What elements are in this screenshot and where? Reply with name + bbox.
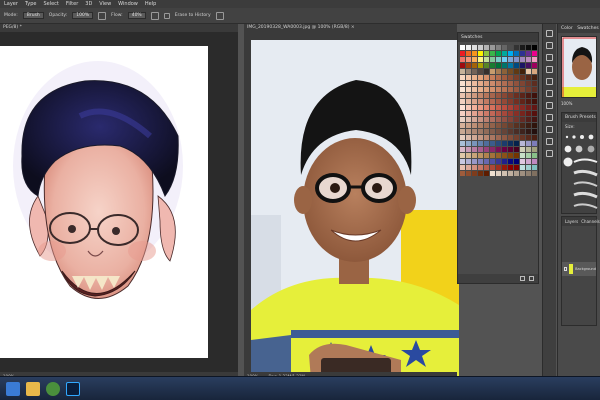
opacity-label: Opacity: <box>48 13 68 18</box>
navigator-zoom[interactable]: 100% <box>558 101 600 110</box>
photoshop-icon[interactable] <box>66 381 80 396</box>
menu-3d[interactable]: 3D <box>85 0 92 8</box>
start-icon[interactable] <box>6 381 20 396</box>
menu-layer[interactable]: Layer <box>4 0 18 8</box>
adjustments-icon[interactable] <box>546 126 553 133</box>
menu-bar: Layer Type Select Filter 3D View Window … <box>0 0 600 8</box>
flow-field[interactable]: 40% <box>127 12 146 19</box>
caricature-canvas[interactable] <box>0 46 208 358</box>
mode-label: Mode: <box>4 13 18 18</box>
menu-help[interactable]: Help <box>145 0 156 8</box>
trash-icon[interactable] <box>529 276 534 281</box>
mode-select[interactable]: Brush <box>22 12 44 19</box>
info-icon[interactable] <box>546 66 553 73</box>
right-doc-tab-label: IMG_20190328_WA0003.jpg @ 100% (RGB/8) × <box>247 25 355 30</box>
layer-name: Background <box>575 267 596 271</box>
layer-thumbnail <box>569 264 574 274</box>
pressure-opacity-icon[interactable] <box>98 11 107 20</box>
navigator-thumbnail[interactable] <box>561 36 597 98</box>
brush-presets-panel: Brush Presets Size: <box>561 112 599 214</box>
reference-photo-image <box>251 40 459 380</box>
clone-source-icon[interactable] <box>546 54 553 61</box>
brush-presets-title[interactable]: Brush Presets <box>562 113 596 122</box>
swatches-panel: Swatches <box>457 32 539 284</box>
layer-row[interactable]: Background <box>562 262 596 276</box>
windows-taskbar <box>0 376 600 400</box>
swatches-footer <box>458 274 538 283</box>
new-swatch-icon[interactable] <box>520 276 525 281</box>
paths-icon[interactable] <box>546 150 553 157</box>
browser-icon[interactable] <box>46 381 60 396</box>
menu-filter[interactable]: Filter <box>66 0 78 8</box>
character-icon[interactable] <box>546 90 553 97</box>
swatch-color[interactable] <box>532 171 538 177</box>
color-swatches-tabs: Color Swatches <box>558 24 600 33</box>
erase-to-history-label: Erase to History <box>174 13 211 18</box>
paragraph-icon[interactable] <box>546 78 553 85</box>
brush-icon[interactable] <box>546 42 553 49</box>
right-doc-tab[interactable]: IMG_20190328_WA0003.jpg @ 100% (RGB/8) × <box>244 24 457 32</box>
opacity-field[interactable]: 100% <box>72 12 94 19</box>
actions-icon[interactable] <box>546 102 553 109</box>
styles-icon[interactable] <box>546 138 553 145</box>
tab-color[interactable]: Color <box>561 26 573 31</box>
left-doc-tab-label: PEG/8) * <box>3 25 22 30</box>
history-icon[interactable] <box>546 30 553 37</box>
left-document-area <box>0 32 238 372</box>
caricature-drawing <box>13 61 183 299</box>
menu-window[interactable]: Window <box>118 0 138 8</box>
properties-icon[interactable] <box>546 114 553 121</box>
flow-label: Flow: <box>111 13 123 18</box>
airbrush-icon[interactable] <box>150 11 159 20</box>
tab-layers[interactable]: Layers <box>565 217 578 226</box>
tab-channels[interactable]: Channels <box>581 217 600 226</box>
menu-type[interactable]: Type <box>25 0 36 8</box>
panel-icon-strip <box>542 24 556 376</box>
swatches-header[interactable]: Swatches <box>458 33 538 42</box>
pressure-size-icon[interactable] <box>215 11 224 20</box>
right-panel-column: Color Swatches 100% Brush Presets Size: … <box>557 24 600 376</box>
layers-panel: Layers Channels Background <box>561 216 600 326</box>
layers-tabs: Layers Channels <box>562 217 600 226</box>
tab-swatches-mini[interactable]: Swatches <box>577 26 599 31</box>
file-explorer-icon[interactable] <box>26 381 40 396</box>
brush-size-label: Size: <box>565 124 575 129</box>
brush-preset-list[interactable] <box>562 131 599 211</box>
swatches-title: Swatches <box>461 35 483 40</box>
swatch-grid <box>460 45 538 177</box>
left-doc-tab[interactable]: PEG/8) * <box>0 24 238 32</box>
menu-view[interactable]: View <box>99 0 111 8</box>
menu-select[interactable]: Select <box>43 0 58 8</box>
reference-photo[interactable] <box>251 40 459 380</box>
erase-to-history-checkbox[interactable] <box>163 12 170 19</box>
options-bar: Mode: Brush Opacity: 100% Flow: 40% Eras… <box>0 8 600 24</box>
navigator-preview <box>562 37 596 97</box>
right-document-area <box>244 32 459 380</box>
visibility-eye-icon[interactable] <box>564 267 568 271</box>
